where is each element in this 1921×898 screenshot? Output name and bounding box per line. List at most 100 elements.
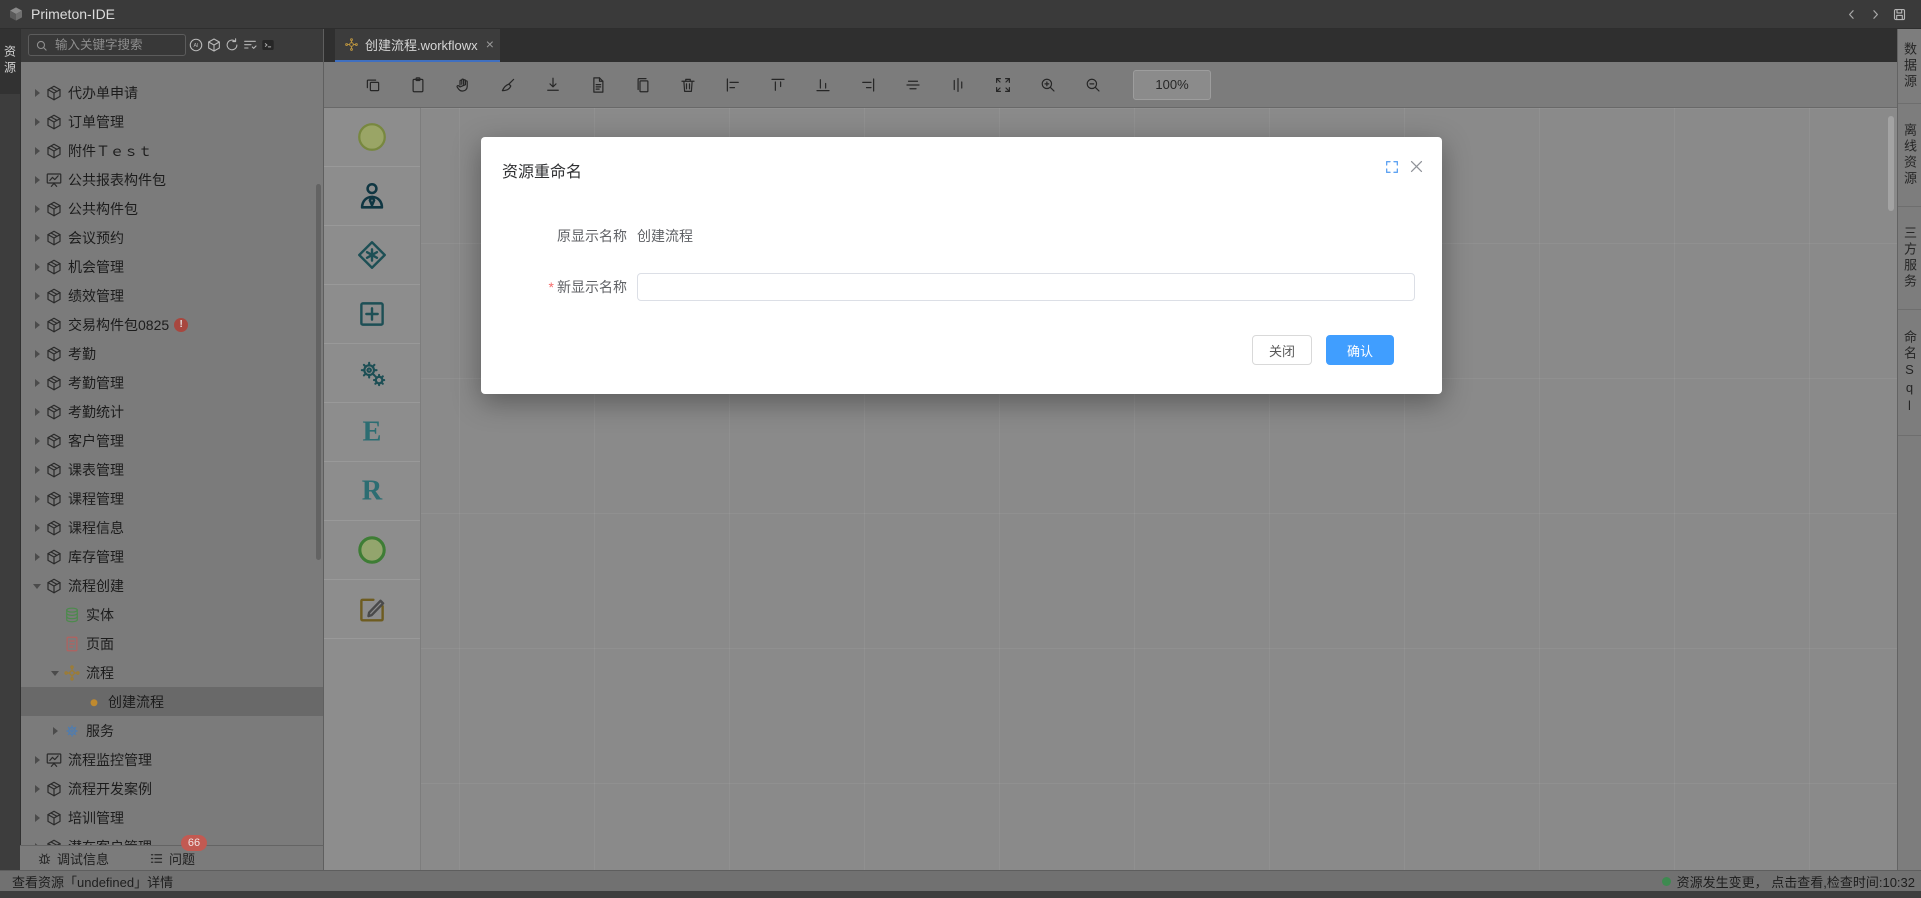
- tab-close-icon[interactable]: ×: [486, 37, 494, 51]
- tree-expand-arrow-icon[interactable]: [31, 289, 45, 303]
- tree-expand-arrow-icon[interactable]: [31, 144, 45, 158]
- tree-item[interactable]: 附件Ｔｅｓｔ: [20, 136, 324, 165]
- tree-item[interactable]: 机会管理: [20, 252, 324, 281]
- tree-expand-arrow-icon[interactable]: [31, 202, 45, 216]
- palette-annotation[interactable]: [324, 580, 420, 639]
- tree-expand-arrow-icon[interactable]: [31, 376, 45, 390]
- zoom-level-display[interactable]: 100%: [1133, 70, 1211, 100]
- toolbar-align-bottom-button[interactable]: [814, 76, 832, 94]
- search-input[interactable]: [53, 37, 177, 53]
- toolbar-align-right-button[interactable]: [859, 76, 877, 94]
- tree-item[interactable]: 公共报表构件包: [20, 165, 324, 194]
- tree-expand-arrow-icon[interactable]: [31, 173, 45, 187]
- palette-participant[interactable]: [324, 167, 420, 226]
- tree-expand-arrow-icon[interactable]: [31, 405, 45, 419]
- tree-expand-arrow-icon[interactable]: [31, 231, 45, 245]
- tree-expand-arrow-icon[interactable]: [31, 86, 45, 100]
- rail-tab-resources[interactable]: 资源: [0, 28, 20, 94]
- tree-expand-arrow-icon[interactable]: [31, 492, 45, 506]
- palette-end-event[interactable]: [324, 521, 420, 580]
- toolbar-align-top-button[interactable]: [769, 76, 787, 94]
- tree-scrollbar[interactable]: [316, 184, 321, 560]
- forward-icon[interactable]: [1868, 7, 1883, 22]
- tab-create-workflow[interactable]: 创建流程.workflowx ×: [335, 28, 500, 62]
- tree-item[interactable]: 订单管理: [20, 107, 324, 136]
- tree-expand-arrow-icon[interactable]: [31, 753, 45, 767]
- resource-change-notice[interactable]: 资源发生变更， 点击查看,检查时间:10:32: [1662, 872, 1915, 891]
- close-button[interactable]: 关闭: [1252, 335, 1312, 365]
- tree-expand-arrow-icon[interactable]: [31, 579, 45, 593]
- toolbar-copy-button[interactable]: [364, 76, 382, 94]
- tree-expand-arrow-icon[interactable]: [31, 347, 45, 361]
- tree-expand-arrow-icon[interactable]: [31, 550, 45, 564]
- save-icon[interactable]: [1892, 7, 1907, 22]
- toolbar-paste-button[interactable]: [409, 76, 427, 94]
- tree-item[interactable]: 服务: [20, 716, 324, 745]
- toolbar-import-button[interactable]: [544, 76, 562, 94]
- tree-item[interactable]: 流程监控管理: [20, 745, 324, 774]
- palette-letter-e-node[interactable]: E: [324, 403, 420, 462]
- tree-item[interactable]: 考勤: [20, 339, 324, 368]
- refresh-icon[interactable]: [224, 37, 240, 53]
- tree-expand-arrow-icon[interactable]: [31, 115, 45, 129]
- toolbar-hand-button[interactable]: [454, 76, 472, 94]
- toolbar-clear-button[interactable]: [499, 76, 517, 94]
- palette-auto-task[interactable]: [324, 344, 420, 403]
- tree-expand-arrow-icon[interactable]: [31, 318, 45, 332]
- tree-expand-arrow-icon[interactable]: [49, 666, 63, 680]
- tree-item[interactable]: 创建流程: [20, 687, 324, 716]
- tree-item[interactable]: 实体: [20, 600, 324, 629]
- tree-expand-arrow-icon[interactable]: [31, 782, 45, 796]
- tree-item[interactable]: 考勤统计: [20, 397, 324, 426]
- canvas-scrollbar[interactable]: [1888, 116, 1894, 211]
- dialog-fullscreen-icon[interactable]: [1384, 159, 1400, 175]
- tree-item[interactable]: 潜在客户管理: [20, 832, 324, 845]
- palette-letter-r-node[interactable]: R: [324, 462, 420, 521]
- tree-item[interactable]: 公共构件包: [20, 194, 324, 223]
- tree-item[interactable]: 课程信息: [20, 513, 324, 542]
- tree-expand-arrow-icon[interactable]: [31, 463, 45, 477]
- console-icon[interactable]: [260, 37, 276, 53]
- tree-item[interactable]: 流程创建: [20, 571, 324, 600]
- tree-expand-arrow-icon[interactable]: [31, 811, 45, 825]
- tree-item[interactable]: 交易构件包0825!: [20, 310, 324, 339]
- tree-expand-arrow-icon[interactable]: [31, 521, 45, 535]
- tree-item[interactable]: 页面: [20, 629, 324, 658]
- tree-item[interactable]: 课表管理: [20, 455, 324, 484]
- toolbar-zoom-in-button[interactable]: [1039, 76, 1057, 94]
- tree-expand-arrow-icon[interactable]: [31, 260, 45, 274]
- tree-item[interactable]: 流程开发案例: [20, 774, 324, 803]
- toolbar-delete-button[interactable]: [679, 76, 697, 94]
- tree-item[interactable]: 流程: [20, 658, 324, 687]
- debug-info-item[interactable]: 调试信息: [37, 849, 109, 868]
- right-rail-tab[interactable]: 离线资源: [1898, 104, 1921, 207]
- tree-item[interactable]: 库存管理: [20, 542, 324, 571]
- search-box[interactable]: [28, 34, 186, 56]
- toolbar-align-left-button[interactable]: [724, 76, 742, 94]
- tree-item[interactable]: 绩效管理: [20, 281, 324, 310]
- tree-item[interactable]: 代办单申请: [20, 78, 324, 107]
- toolbar-align-center-h-button[interactable]: [904, 76, 922, 94]
- toolbar-fit-screen-button[interactable]: [994, 76, 1012, 94]
- ai-icon[interactable]: AI: [188, 37, 204, 53]
- back-icon[interactable]: [1844, 7, 1859, 22]
- right-rail-tab[interactable]: 三方服务: [1898, 207, 1921, 310]
- dialog-close-icon[interactable]: [1408, 158, 1425, 175]
- tree-expand-arrow-icon[interactable]: [31, 434, 45, 448]
- new-name-input[interactable]: [637, 273, 1415, 301]
- tree-item[interactable]: 课程管理: [20, 484, 324, 513]
- toolbar-zoom-out-button[interactable]: [1084, 76, 1102, 94]
- right-rail-tab[interactable]: 命名Sql: [1898, 310, 1921, 436]
- palette-gateway[interactable]: [324, 226, 420, 285]
- palette-start-event[interactable]: [324, 108, 420, 167]
- confirm-button[interactable]: 确认: [1326, 335, 1394, 365]
- tree-item[interactable]: 培训管理: [20, 803, 324, 832]
- tree-item[interactable]: 会议预约: [20, 223, 324, 252]
- tree-expand-arrow-icon[interactable]: [49, 724, 63, 738]
- toolbar-align-middle-v-button[interactable]: [949, 76, 967, 94]
- tree-item[interactable]: 考勤管理: [20, 368, 324, 397]
- tree-item[interactable]: 客户管理: [20, 426, 324, 455]
- toolbar-doc-button[interactable]: [589, 76, 607, 94]
- right-rail-tab[interactable]: 数据源: [1898, 28, 1921, 104]
- problems-item[interactable]: 问题 66: [149, 849, 195, 868]
